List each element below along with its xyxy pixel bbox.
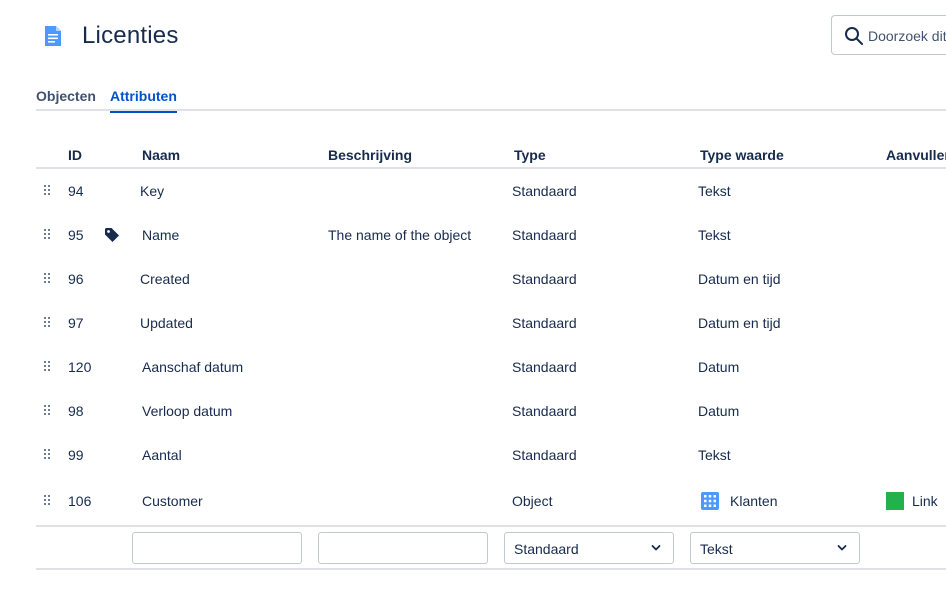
new-attribute-row: Standaard Tekst [36, 531, 946, 565]
table-row[interactable]: 96 Created Standaard Datum en tijd [36, 257, 946, 301]
drag-handle-icon[interactable] [44, 317, 52, 329]
row-name[interactable]: Key [140, 183, 164, 199]
row-id: 94 [68, 183, 84, 199]
table-bottom-divider [36, 568, 946, 570]
row-extra: Link [912, 493, 938, 509]
row-type-value[interactable]: Klanten [730, 493, 777, 509]
table-header: ID Naam Beschrijving Type Type waarde Aa… [36, 138, 946, 169]
search-input[interactable] [868, 24, 946, 48]
row-type-value: Tekst [698, 227, 731, 243]
tab-objecten[interactable]: Objecten [36, 88, 96, 111]
new-attribute-name-input[interactable] [132, 532, 302, 564]
row-type-value: Tekst [698, 447, 731, 463]
row-id: 96 [68, 271, 84, 287]
row-type: Standaard [512, 315, 577, 331]
tab-attributen[interactable]: Attributen [110, 88, 177, 113]
new-attribute-type-select[interactable]: Standaard [504, 532, 674, 564]
drag-handle-icon[interactable] [44, 449, 52, 461]
column-header-description[interactable]: Beschrijving [328, 147, 412, 163]
search-box[interactable] [831, 15, 946, 55]
column-header-type-value[interactable]: Type waarde [700, 147, 784, 163]
row-id: 120 [68, 359, 92, 375]
table-row[interactable]: 99 Aantal Standaard Tekst [36, 433, 946, 477]
row-description: The name of the object [328, 227, 472, 243]
table-row[interactable]: 120 Aanschaf datum Standaard Datum [36, 345, 946, 389]
page-header: Licenties [0, 0, 946, 76]
building-grid-icon [701, 492, 719, 510]
color-swatch [886, 492, 904, 510]
tab-bar: Objecten Attributen [36, 88, 946, 113]
drag-handle-icon[interactable] [44, 229, 52, 241]
row-name[interactable]: Aanschaf datum [142, 359, 243, 375]
column-header-type[interactable]: Type [514, 147, 546, 163]
row-type-value: Datum en tijd [698, 271, 781, 287]
row-type: Standaard [512, 447, 577, 463]
attributes-table: ID Naam Beschrijving Type Type waarde Aa… [36, 138, 946, 523]
drag-handle-icon[interactable] [44, 185, 52, 197]
column-header-name[interactable]: Naam [142, 147, 180, 163]
table-row[interactable]: 95 Name The name of the object Standaard… [36, 213, 946, 257]
column-header-extra[interactable]: Aanvullend [886, 147, 946, 163]
chevron-down-icon [837, 545, 847, 551]
document-icon [45, 26, 61, 46]
row-id: 98 [68, 403, 84, 419]
chevron-down-icon [651, 545, 661, 551]
search-icon [845, 27, 863, 45]
type-select-value: Standaard [514, 541, 579, 557]
drag-handle-icon[interactable] [44, 495, 52, 507]
table-row[interactable]: 94 Key Standaard Tekst [36, 169, 946, 213]
row-id: 99 [68, 447, 84, 463]
row-type-value: Datum en tijd [698, 315, 781, 331]
row-name[interactable]: Created [140, 271, 190, 287]
row-id: 97 [68, 315, 84, 331]
row-name[interactable]: Aantal [142, 447, 182, 463]
table-row[interactable]: 98 Verloop datum Standaard Datum [36, 389, 946, 433]
table-row[interactable]: 97 Updated Standaard Datum en tijd [36, 301, 946, 345]
row-type: Standaard [512, 227, 577, 243]
new-attribute-description-input[interactable] [318, 532, 488, 564]
row-name[interactable]: Name [142, 227, 179, 243]
row-name[interactable]: Updated [140, 315, 193, 331]
row-type-value: Datum [698, 359, 740, 375]
row-type-value: Datum [698, 403, 740, 419]
drag-handle-icon[interactable] [44, 361, 52, 373]
tag-icon [105, 228, 119, 242]
row-name[interactable]: Customer [142, 493, 203, 509]
table-divider [36, 525, 946, 527]
row-type: Standaard [512, 271, 577, 287]
column-header-id[interactable]: ID [68, 147, 82, 163]
row-type: Object [512, 493, 553, 509]
drag-handle-icon[interactable] [44, 405, 52, 417]
row-id: 106 [68, 493, 92, 509]
row-id: 95 [68, 227, 84, 243]
drag-handle-icon[interactable] [44, 273, 52, 285]
type-value-select-value: Tekst [700, 541, 733, 557]
row-type: Standaard [512, 183, 577, 199]
new-attribute-type-value-select[interactable]: Tekst [690, 532, 860, 564]
row-type: Standaard [512, 359, 577, 375]
row-type-value: Tekst [698, 183, 731, 199]
row-type: Standaard [512, 403, 577, 419]
page-title: Licenties [82, 22, 179, 49]
table-row[interactable]: 106 Customer Object Klanten Link [36, 477, 946, 523]
row-name[interactable]: Verloop datum [142, 403, 232, 419]
